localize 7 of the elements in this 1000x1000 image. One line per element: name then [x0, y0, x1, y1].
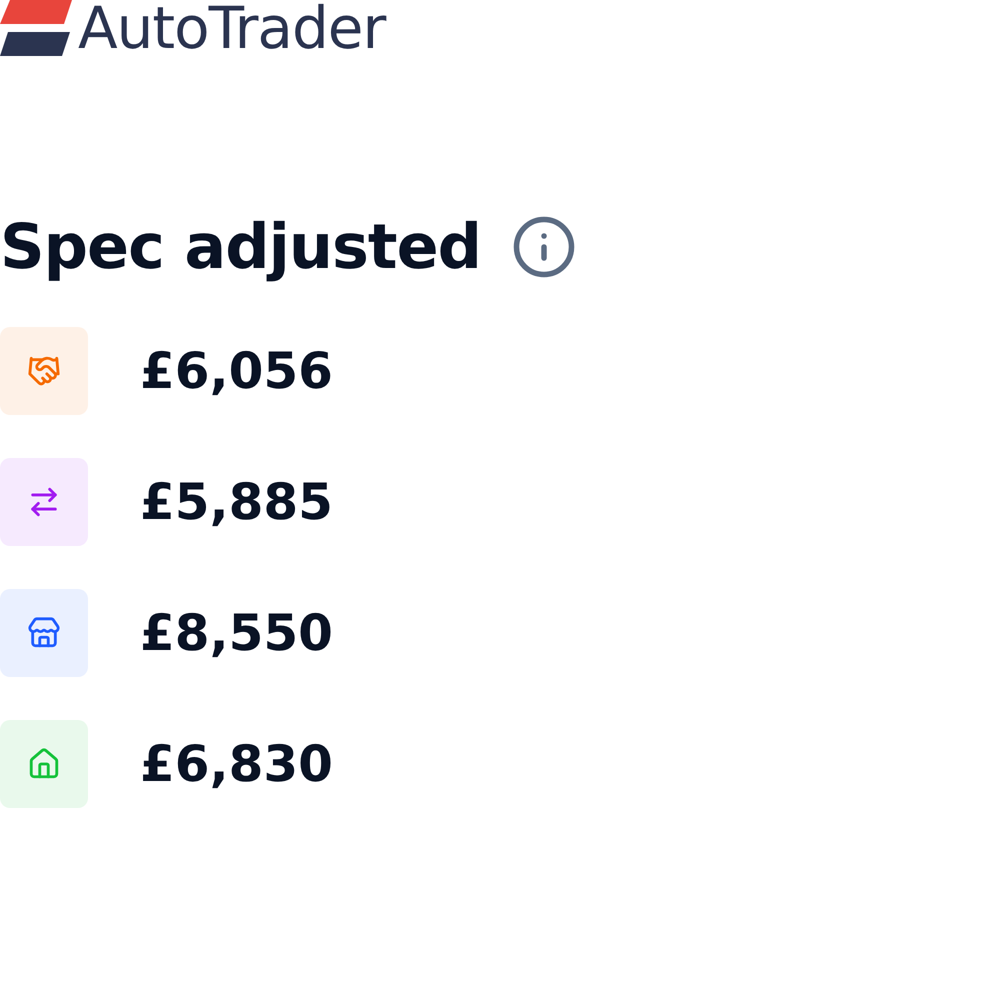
- logo-stripes-icon: [0, 0, 72, 56]
- price-value: £8,550: [140, 604, 333, 662]
- section-heading: Spec adjusted: [0, 210, 482, 283]
- price-value: £6,830: [140, 735, 333, 793]
- price-value: £5,885: [140, 473, 333, 531]
- price-value: £6,056: [140, 342, 333, 400]
- logo-text: AutoTrader: [78, 0, 386, 62]
